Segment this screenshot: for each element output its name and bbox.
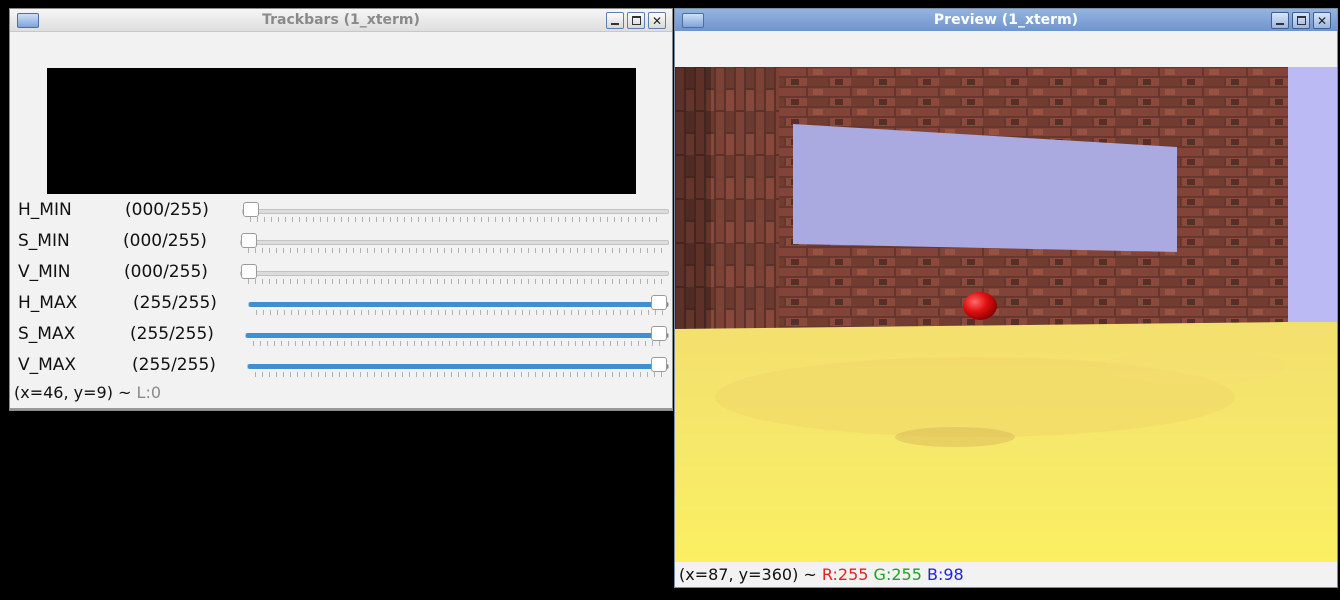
maximize-icon: [631, 16, 641, 25]
green-value: G:255: [873, 565, 922, 584]
close-button[interactable]: ✕: [648, 12, 666, 29]
preview-camera-image[interactable]: [675, 67, 1337, 562]
window-bottom-edge: [10, 408, 672, 410]
slider-row-v-max: V_MAX (255/255): [10, 354, 672, 385]
slider-label: S_MIN: [18, 231, 70, 251]
slider-row-s-min: S_MIN (000/255): [10, 230, 672, 261]
slider-track[interactable]: [245, 326, 669, 341]
slider-row-h-min: H_MIN (000/255): [10, 199, 672, 230]
trackbars-title: Trackbars (1_xterm): [262, 12, 420, 28]
blue-value: B:98: [926, 565, 964, 584]
preview-status-bar: (x=87, y=360) ~ R:255 G:255 B:98: [679, 565, 964, 584]
slider-range-text: (255/255): [130, 324, 214, 344]
slider-handle[interactable]: [241, 233, 257, 248]
trackbars-titlebar[interactable]: Trackbars (1_xterm) ✕: [10, 9, 672, 32]
slider-handle[interactable]: [241, 264, 257, 279]
trackbars-image-area: [47, 68, 636, 194]
slider-ticks: [248, 248, 663, 253]
slider-label: V_MIN: [18, 262, 71, 282]
slider-row-s-max: S_MAX (255/255): [10, 323, 672, 354]
maximize-button[interactable]: [627, 12, 645, 29]
slider-ticks: [256, 310, 663, 315]
slider-range-text: (255/255): [132, 355, 216, 375]
slider-fill: [246, 333, 668, 338]
slider-row-h-max: H_MAX (255/255): [10, 292, 672, 323]
slider-track[interactable]: [248, 295, 669, 310]
red-value: R:255: [821, 565, 869, 584]
slider-label: V_MAX: [18, 355, 77, 375]
slider-range-text: (000/255): [123, 231, 207, 251]
trackbars-window: Trackbars (1_xterm) ✕ H_MIN (000/255) S_…: [9, 8, 673, 411]
preview-title: Preview (1_xterm): [933, 12, 1079, 28]
slider-handle[interactable]: [651, 326, 667, 341]
cursor-coords: (x=46, y=9) ~: [14, 383, 132, 402]
slider-range-text: (000/255): [125, 200, 209, 220]
slider-ticks: [248, 279, 663, 284]
slider-track[interactable]: [242, 202, 669, 217]
slider-track[interactable]: [247, 357, 669, 372]
slider-fill: [249, 302, 668, 307]
preview-window: Preview (1_xterm) ✕ (x=87, y=360) ~ R:25…: [674, 8, 1338, 588]
slider-range-text: (255/255): [133, 293, 217, 313]
slider-row-v-min: V_MIN (000/255): [10, 261, 672, 292]
trackbars-status-bar: (x=46, y=9) ~ L:0: [14, 383, 161, 402]
slider-ticks: [253, 341, 663, 346]
maximize-button[interactable]: [1292, 12, 1310, 29]
slider-ticks: [250, 217, 663, 222]
preview-titlebar[interactable]: Preview (1_xterm) ✕: [675, 9, 1337, 31]
close-icon: ✕: [651, 13, 663, 28]
slider-track[interactable]: [240, 264, 669, 279]
slider-handle[interactable]: [651, 295, 667, 310]
slider-handle[interactable]: [243, 202, 259, 217]
window-menu-icon[interactable]: [682, 13, 704, 28]
slider-range-text: (000/255): [124, 262, 208, 282]
minimize-icon: [611, 22, 619, 25]
minimize-icon: [1276, 22, 1284, 25]
red-ball: [963, 292, 997, 320]
minimize-button[interactable]: [606, 12, 624, 29]
level-readout: L:0: [136, 383, 162, 402]
slider-fill: [248, 364, 668, 369]
slider-label: H_MIN: [18, 200, 72, 220]
slider-track[interactable]: [240, 233, 669, 248]
slider-label: S_MAX: [18, 324, 76, 344]
minimize-button[interactable]: [1271, 12, 1289, 29]
rendered-scene: [675, 67, 1337, 562]
slider-handle[interactable]: [651, 357, 667, 372]
cursor-coords: (x=87, y=360) ~: [679, 565, 817, 584]
window-menu-icon[interactable]: [17, 13, 39, 28]
close-button[interactable]: ✕: [1313, 12, 1331, 29]
slider-ticks: [255, 372, 663, 377]
slider-label: H_MAX: [18, 293, 78, 313]
maximize-icon: [1296, 16, 1306, 25]
close-icon: ✕: [1316, 13, 1328, 28]
